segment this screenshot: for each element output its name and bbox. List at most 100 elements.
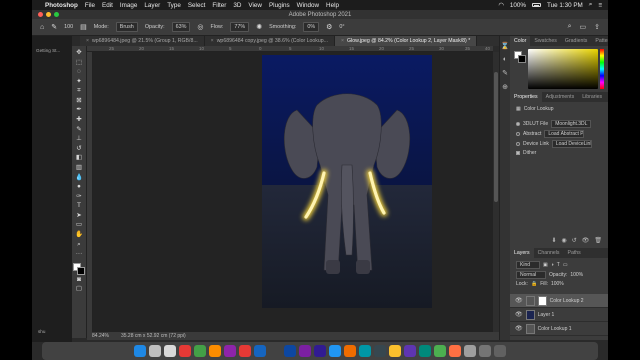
menu-help[interactable]: Help: [326, 2, 339, 9]
mask-thumbnail[interactable]: [537, 295, 547, 306]
reset-icon[interactable]: ↺: [572, 237, 577, 244]
layer-name[interactable]: Layer 1: [538, 312, 555, 318]
workspace-icon[interactable]: ▭: [580, 23, 587, 31]
blend-mode-select[interactable]: Normal: [516, 271, 546, 279]
frame-tool-icon[interactable]: ⊠: [74, 97, 85, 105]
brush-size[interactable]: 100: [64, 24, 73, 30]
terminal-icon[interactable]: [374, 345, 386, 357]
menu-select[interactable]: Select: [188, 2, 206, 9]
view-previous-icon[interactable]: ◉: [561, 237, 566, 244]
background-color[interactable]: [77, 266, 85, 275]
search-icon[interactable]: ⌕: [589, 1, 593, 9]
visibility-eye-icon[interactable]: 👁: [515, 297, 523, 304]
close-tab-icon[interactable]: ×: [341, 38, 344, 44]
battery-icon[interactable]: [531, 2, 541, 8]
angle-field[interactable]: 0°: [339, 24, 344, 30]
podcasts-icon[interactable]: [224, 345, 236, 357]
eraser-tool-icon[interactable]: ◧: [74, 154, 85, 162]
quick-mask-icon[interactable]: ◙: [74, 276, 85, 284]
hue-slider[interactable]: [600, 49, 604, 89]
layer-row-color-lookup-1[interactable]: 👁 Color Lookup 1: [510, 322, 608, 336]
history-brush-tool-icon[interactable]: ↺: [74, 145, 85, 153]
color-swatches[interactable]: [73, 262, 85, 275]
dither-checkbox[interactable]: [516, 151, 520, 155]
photoshop-icon[interactable]: [284, 345, 296, 357]
minimize-window-icon[interactable]: [46, 12, 51, 17]
visibility-icon[interactable]: 👁: [582, 237, 590, 244]
healing-brush-tool-icon[interactable]: ✚: [74, 116, 85, 124]
preview-icon[interactable]: [464, 345, 476, 357]
premiere-icon[interactable]: [299, 345, 311, 357]
layer-name[interactable]: Color Lookup 1: [538, 326, 572, 332]
abstract-radio[interactable]: [516, 132, 520, 136]
zoom-tool-icon[interactable]: ⌕: [74, 241, 85, 249]
brush-settings-icon[interactable]: ▤: [80, 23, 87, 31]
launchpad-icon[interactable]: [149, 345, 161, 357]
layer-name[interactable]: Color Lookup 2: [550, 298, 584, 304]
rectangle-tool-icon[interactable]: ▭: [74, 221, 85, 229]
layer-row-layer-1[interactable]: 👁 Layer 1: [510, 308, 608, 322]
tab-wp6896484-copy[interactable]: × wp6896484 copy.jpeg @ 38.6% (Color Look…: [205, 36, 335, 46]
visibility-eye-icon[interactable]: 👁: [515, 325, 523, 332]
color-picker-field[interactable]: [528, 49, 598, 89]
menu-edit[interactable]: Edit: [102, 2, 113, 9]
tab-glow[interactable]: × Glow.jpeg @ 84.2% (Color Lookup 2, Laye…: [334, 36, 478, 46]
tab-paths[interactable]: Paths: [564, 248, 585, 258]
device-link-radio[interactable]: [516, 142, 520, 146]
device-link-select[interactable]: Load DeviceLink Profile...: [551, 140, 592, 148]
tab-color[interactable]: Color: [510, 36, 531, 46]
smoothing-field[interactable]: 0%: [303, 22, 320, 32]
menu-3d[interactable]: 3D: [233, 2, 241, 9]
dither-row[interactable]: Dither: [516, 150, 536, 156]
adjustments-icon[interactable]: ◐: [503, 56, 507, 63]
marquee-tool-icon[interactable]: ⬚: [74, 59, 85, 67]
chrome-icon[interactable]: [434, 345, 446, 357]
background-tab[interactable]: Getting St...: [36, 48, 60, 53]
finder-icon[interactable]: [134, 345, 146, 357]
filter-pixel-icon[interactable]: ▣: [543, 262, 548, 268]
dodge-tool-icon[interactable]: ●: [74, 183, 85, 191]
close-tab-icon[interactable]: ×: [86, 38, 89, 44]
menu-image[interactable]: Image: [120, 2, 138, 9]
menu-plugins[interactable]: Plugins: [269, 2, 290, 9]
brush-tool-icon[interactable]: ✎: [51, 23, 57, 31]
eyedropper-tool-icon[interactable]: ✒: [74, 106, 85, 114]
trash-dock-icon[interactable]: [494, 345, 506, 357]
music-icon[interactable]: [239, 345, 251, 357]
move-tool-icon[interactable]: ✥: [74, 49, 85, 57]
gradient-tool-icon[interactable]: ▥: [74, 164, 85, 172]
lock-icon[interactable]: 🔒: [531, 281, 537, 287]
tab-adjustments[interactable]: Adjustments: [542, 92, 579, 102]
control-center-icon[interactable]: ≡: [598, 2, 602, 9]
clone-stamp-tool-icon[interactable]: ⊥: [74, 135, 85, 143]
tab-channels[interactable]: Channels: [534, 248, 564, 258]
path-selection-tool-icon[interactable]: ➤: [74, 212, 85, 220]
type-tool-icon[interactable]: T: [74, 202, 85, 210]
after-effects-icon[interactable]: [314, 345, 326, 357]
media-icon[interactable]: [449, 345, 461, 357]
layer-kind-select[interactable]: Kind: [516, 261, 540, 269]
crop-tool-icon[interactable]: ⌗: [74, 87, 85, 95]
lut-file-radio[interactable]: [516, 122, 520, 126]
zoom-window-icon[interactable]: [54, 12, 59, 17]
menu-filter[interactable]: Filter: [212, 2, 226, 9]
history-icon[interactable]: ⌛: [501, 42, 510, 50]
pressure-opacity-icon[interactable]: ◎: [197, 23, 203, 31]
abstract-select[interactable]: Load Abstract Profile...: [544, 130, 585, 138]
tab-swatches[interactable]: Swatches: [530, 36, 561, 46]
whatsapp-icon[interactable]: [419, 345, 431, 357]
clock[interactable]: Tue 1:30 PM: [547, 2, 583, 9]
tab-gradients[interactable]: Gradients: [561, 36, 592, 46]
close-window-icon[interactable]: [38, 12, 43, 17]
share-icon[interactable]: ⇪: [594, 23, 600, 31]
photos-icon[interactable]: [209, 345, 221, 357]
messages-icon[interactable]: [194, 345, 206, 357]
flow-field[interactable]: 77%: [230, 22, 250, 32]
smoothing-settings-icon[interactable]: ⚙: [326, 23, 332, 31]
utility-icon[interactable]: [404, 345, 416, 357]
notes-icon[interactable]: [389, 345, 401, 357]
brush-tool-icon[interactable]: ✎: [74, 126, 85, 134]
menu-view[interactable]: View: [248, 2, 262, 9]
canvas-pasteboard[interactable]: [93, 52, 493, 332]
filter-adjustment-icon[interactable]: ◑: [551, 262, 554, 268]
